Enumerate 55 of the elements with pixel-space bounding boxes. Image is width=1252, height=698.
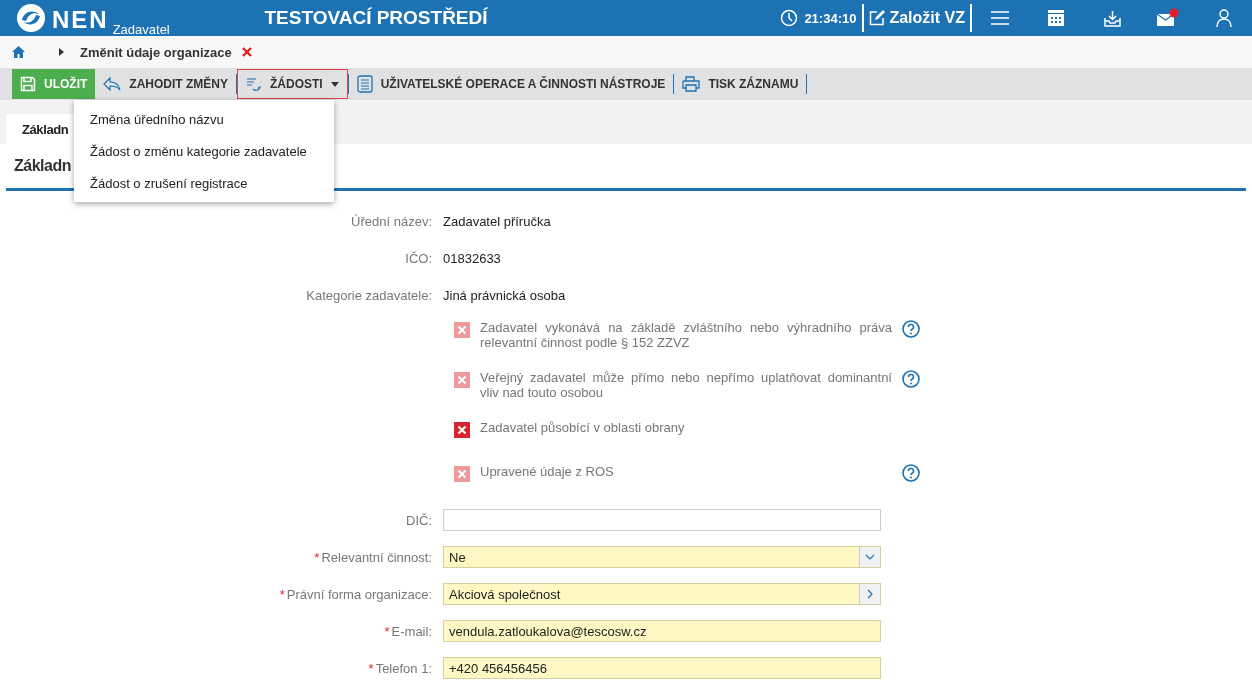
field-label: Relevantní činnost: <box>321 549 432 565</box>
logo-subtitle: Zadavatel <box>112 22 170 37</box>
calendar-icon <box>1048 10 1064 26</box>
input-field[interactable] <box>443 509 881 531</box>
chevron-down-icon <box>865 554 875 560</box>
reply-arrow-icon <box>103 77 122 91</box>
toolbar-button[interactable]: ZAHODIT ZMĚNY <box>95 70 236 98</box>
document-list-icon <box>356 75 373 93</box>
toolbar-button[interactable]: TISK ZÁZNAMU <box>674 70 807 98</box>
field-value: 01832633 <box>443 250 501 266</box>
printer-icon <box>682 76 701 92</box>
logo-text: NEN <box>52 7 109 33</box>
checkbox-label: Upravené údaje z ROS <box>480 464 615 479</box>
field-label: Telefon 1: <box>375 660 432 676</box>
chevron-right-icon <box>867 589 873 599</box>
breadcrumb-current: Změnit údaje organizace <box>80 44 232 60</box>
list-swap-icon <box>246 76 262 92</box>
menu-item[interactable]: Žádost o zrušení registrace <box>74 167 334 199</box>
required-asterisk: * <box>279 586 285 602</box>
user-icon <box>1216 9 1232 27</box>
select-field[interactable]: Ne <box>443 546 881 568</box>
environment-title: TESTOVACÍ PROSTŘEDÍ <box>263 7 489 29</box>
field-value: Jiná právnická osoba <box>443 287 566 303</box>
checkbox-label: Veřejný zadavatel může přímo nebo nepřímo uplatňovat dominantní vliv nad touto osobou <box>480 370 892 400</box>
menu-icon <box>991 11 1009 25</box>
field-label: Úřední název: <box>350 213 433 229</box>
checkbox[interactable] <box>454 422 470 438</box>
home-icon[interactable] <box>12 46 25 58</box>
input-field[interactable]: vendula.zatloukalova@tescosw.cz <box>443 620 881 642</box>
floppy-icon <box>20 76 36 92</box>
caret-right-icon <box>59 48 64 56</box>
field-label: E-mail: <box>391 623 432 639</box>
toolbar-button[interactable]: UŽIVATELSKÉ OPERACE A ČINNOSTI NÁSTROJE <box>348 70 674 98</box>
field-label: DIČ: <box>406 512 432 528</box>
required-asterisk: * <box>368 660 374 676</box>
checkbox-label: Zadavatel vykonává na základě zvláštního nebo výhradního práva relevantní činnost podle § 152 ZZVZ <box>480 320 892 350</box>
clock-time: 21:34:10 <box>804 10 857 26</box>
toolbar-button[interactable]: ŽÁDOSTI <box>237 69 348 99</box>
field-label: Právní forma organizace: <box>286 586 432 602</box>
required-asterisk: * <box>384 623 390 639</box>
edit-icon <box>869 10 886 26</box>
close-icon[interactable] <box>241 47 252 57</box>
input-field[interactable]: +420 456456456 <box>443 657 881 679</box>
picker-field[interactable]: Akciová společnost <box>443 583 881 605</box>
caret-down-icon <box>330 81 339 87</box>
field-value: Zadavatel příručka <box>443 213 551 229</box>
field-label: Kategorie zadavatele: <box>305 287 433 303</box>
inbox-download-icon <box>1103 9 1121 27</box>
logo-icon <box>16 3 46 33</box>
field-label: IČO: <box>404 250 433 266</box>
required-asterisk: * <box>314 549 320 565</box>
checkbox-label: Zadavatel působící v oblasti obrany <box>480 420 686 435</box>
section-heading: Základn <box>14 157 71 175</box>
create-button[interactable]: Založit VZ <box>864 9 970 27</box>
clock-icon <box>780 9 799 27</box>
